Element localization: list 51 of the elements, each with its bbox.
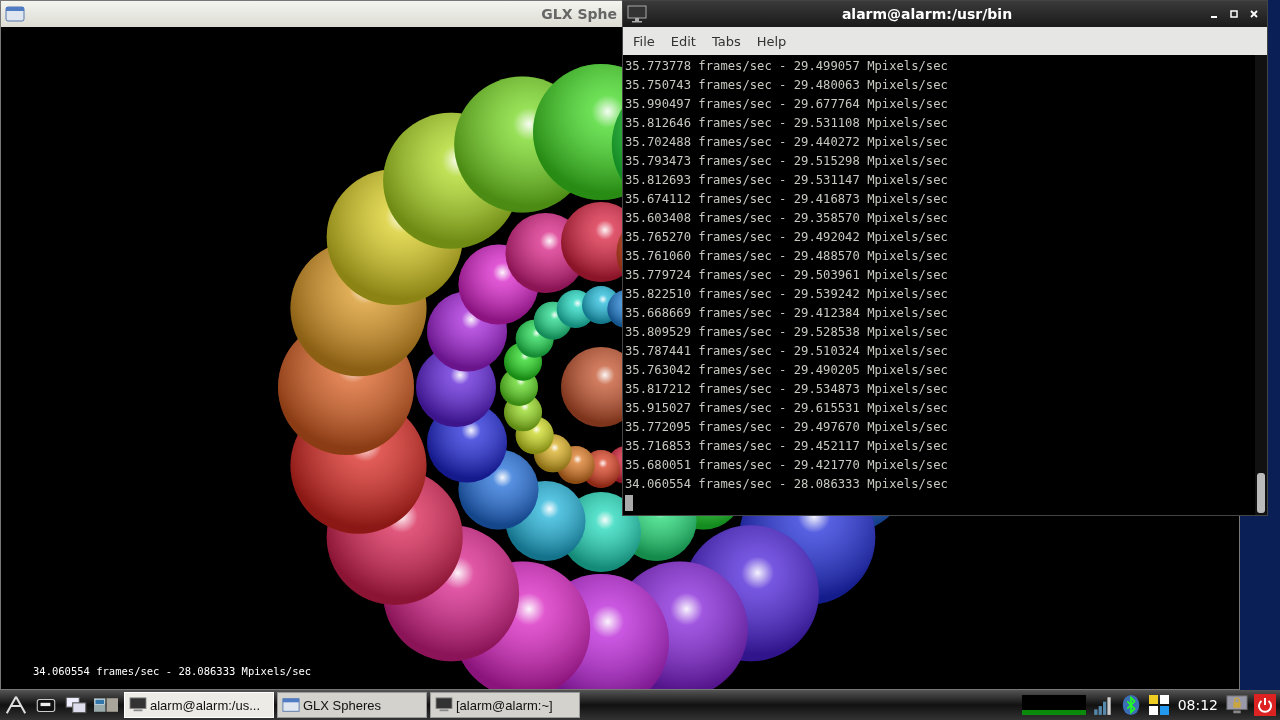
window-icon: [5, 6, 25, 22]
maximize-icon[interactable]: [1230, 10, 1238, 18]
output-line: 35.668669 frames/sec - 29.412384 Mpixels/sec: [625, 305, 949, 322]
output-line: 35.779724 frames/sec - 29.503961 Mpixels/sec: [625, 267, 949, 284]
fps-readout: 34.060554 frames/sec - 28.086333 Mpixels/sec: [33, 665, 312, 677]
lock-screen-icon[interactable]: [1226, 694, 1248, 716]
output-line: 35.772095 frames/sec - 29.497670 Mpixels/sec: [625, 419, 949, 436]
text-cursor: [625, 495, 633, 511]
menu-item[interactable]: Help: [748, 33, 795, 49]
keyboard-grid-icon[interactable]: [1147, 694, 1170, 716]
output-line: 35.793473 frames/sec - 29.515298 Mpixels/sec: [625, 153, 949, 170]
signal-icon[interactable]: [1091, 694, 1114, 716]
output-line: 35.812646 frames/sec - 29.531108 Mpixels/sec: [625, 115, 949, 132]
output-line: 35.765270 frames/sec - 29.492042 Mpixels/sec: [625, 229, 949, 246]
output-line: 35.761060 frames/sec - 29.488570 Mpixels/sec: [625, 248, 949, 265]
taskbar-button[interactable]: GLX Spheres: [277, 692, 427, 718]
output-line: 35.809529 frames/sec - 29.528538 Mpixels/sec: [625, 324, 949, 341]
scrollbar-thumb[interactable]: [1257, 473, 1265, 513]
output-line: 35.817212 frames/sec - 29.534873 Mpixels/sec: [625, 381, 949, 398]
cpu-graph-icon: [1021, 695, 1086, 715]
launcher-icon[interactable]: [4, 694, 28, 716]
clock[interactable]: 08:12: [1175, 697, 1220, 713]
menu-item[interactable]: File: [625, 33, 663, 49]
output-line: 35.787441 frames/sec - 29.510324 Mpixels/sec: [625, 343, 949, 360]
windows-icon[interactable]: [64, 694, 88, 716]
output-line: 35.674112 frames/sec - 29.416873 Mpixels/sec: [625, 191, 949, 208]
menu-item[interactable]: Tabs: [703, 33, 749, 49]
close-icon[interactable]: [1250, 10, 1258, 18]
output-line: 35.716853 frames/sec - 29.452117 Mpixels/sec: [625, 438, 949, 455]
monitor-icon: [627, 5, 647, 23]
window-icon: [282, 697, 300, 713]
window-title: GLX Sphe: [541, 6, 617, 22]
output-line: 35.750743 frames/sec - 29.480063 Mpixels/sec: [625, 77, 949, 94]
output-line: 35.915027 frames/sec - 29.615531 Mpixels/sec: [625, 400, 949, 417]
scrollbar[interactable]: [1255, 55, 1267, 515]
output-line: 35.702488 frames/sec - 29.440272 Mpixels/sec: [625, 134, 949, 151]
monitor-icon: [435, 697, 453, 713]
menu-item[interactable]: Edit: [662, 33, 704, 49]
power-icon[interactable]: [1254, 694, 1276, 716]
taskbar-button[interactable]: [alarm@alarm:~]: [430, 692, 580, 718]
output-line: 35.812693 frames/sec - 29.531147 Mpixels/sec: [625, 172, 949, 189]
output-line: 35.680051 frames/sec - 29.421770 Mpixels/sec: [625, 457, 949, 474]
output-line: 35.822510 frames/sec - 29.539242 Mpixels/sec: [625, 286, 949, 303]
taskbar-button[interactable]: alarm@alarm:/us...: [124, 692, 274, 718]
output-line: 35.773778 frames/sec - 29.499057 Mpixels/sec: [625, 58, 949, 75]
output-line: 34.060554 frames/sec - 28.086333 Mpixels/sec: [625, 476, 949, 493]
window-title: alarm@alarm:/usr/bin: [840, 6, 1014, 22]
output-line: 35.990497 frames/sec - 29.677764 Mpixels/sec: [625, 96, 949, 113]
output-line: 35.603408 frames/sec - 29.358570 Mpixels/sec: [625, 210, 949, 227]
output-line: 35.763042 frames/sec - 29.490205 Mpixels/sec: [625, 362, 949, 379]
monitor-icon: [129, 697, 147, 713]
